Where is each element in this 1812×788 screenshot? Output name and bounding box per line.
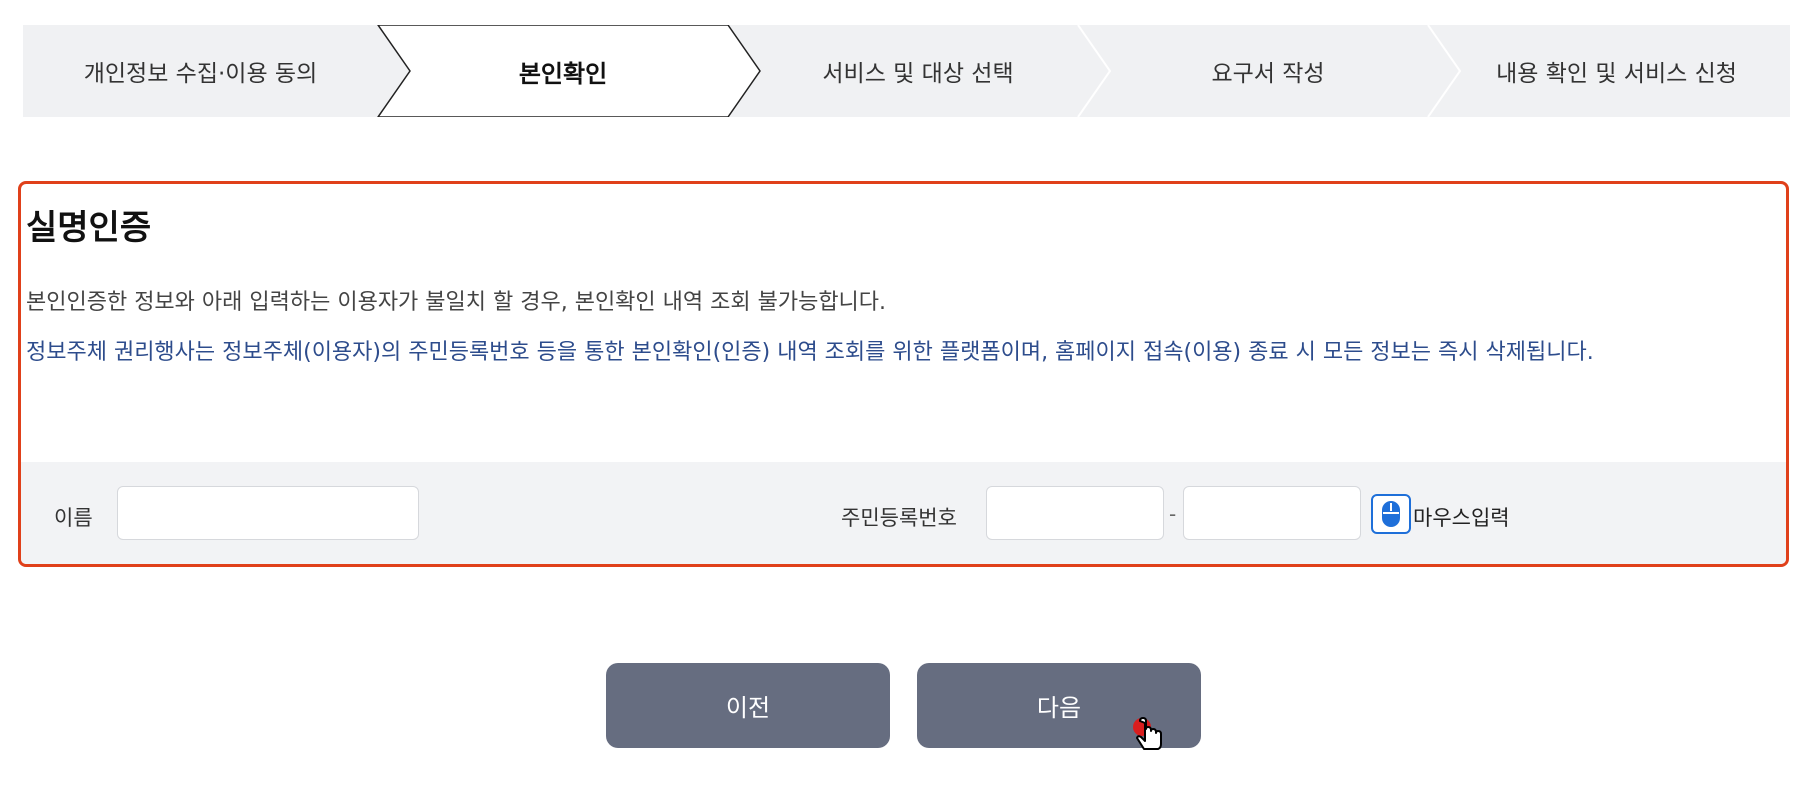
panel-title: 실명인증 <box>26 208 152 248</box>
name-input[interactable] <box>117 486 419 540</box>
rrn-separator: - <box>1169 502 1177 526</box>
rrn-front-input[interactable] <box>986 486 1164 540</box>
step-service-selection: 서비스 및 대상 선택 <box>822 61 1014 87</box>
step-identity-verification: 본인확인 <box>518 59 608 88</box>
name-label: 이름 <box>54 506 93 530</box>
prev-button[interactable]: 이전 <box>606 663 890 748</box>
hand-pointer-icon <box>1133 717 1162 750</box>
privacy-info-text: 정보주체 권리행사는 정보주체(이용자)의 주민등록번호 등을 통한 본인확인(… <box>26 340 1594 365</box>
step-consent: 개인정보 수집·이용 동의 <box>83 61 318 87</box>
real-name-auth-panel: 실명인증 본인인증한 정보와 아래 입력하는 이용자가 불일치 할 경우, 본인… <box>18 181 1789 567</box>
rrn-label: 주민등록번호 <box>841 506 957 530</box>
mouse-icon <box>1382 501 1400 527</box>
mouse-input-label[interactable]: 마우스입력 <box>1413 502 1510 532</box>
rrn-back-input[interactable] <box>1183 486 1361 540</box>
step-confirm-apply: 내용 확인 및 서비스 신청 <box>1496 61 1737 87</box>
mismatch-notice: 본인인증한 정보와 아래 입력하는 이용자가 불일치 할 경우, 본인확인 내역… <box>26 290 887 315</box>
progress-stepper: 개인정보 수집·이용 동의 본인확인 서비스 및 대상 선택 요구서 작성 내용… <box>23 25 1790 117</box>
auth-form-row: 이름 주민등록번호 - 마우스입력 <box>21 462 1786 564</box>
step-request-writing: 요구서 작성 <box>1211 61 1325 87</box>
mouse-input-button[interactable] <box>1371 494 1411 534</box>
